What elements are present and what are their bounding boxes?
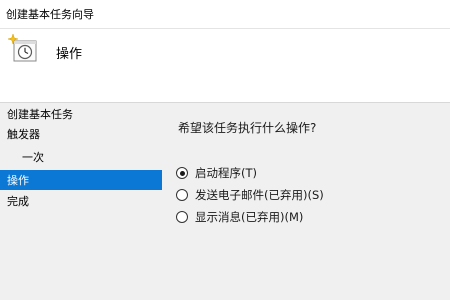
task-wizard-window: 创建基本任务向导 操作 创建基本任务 触发器 一次 操作 完成 希望该任务执行什… xyxy=(0,0,450,300)
option-start-program-label: 启动程序(T) xyxy=(195,166,257,180)
nav-item-trigger[interactable]: 触发器 xyxy=(0,124,162,144)
clock-task-icon xyxy=(7,33,37,62)
option-send-email-label: 发送电子邮件(已弃用)(S) xyxy=(195,188,324,202)
nav-item-create-basic-task[interactable]: 创建基本任务 xyxy=(0,104,162,124)
action-prompt: 希望该任务执行什么操作? xyxy=(178,121,317,135)
option-start-program[interactable]: 启动程序(T) xyxy=(176,164,257,182)
nav-item-finish[interactable]: 完成 xyxy=(0,191,162,211)
radio-start-program[interactable] xyxy=(176,167,188,179)
option-show-message[interactable]: 显示消息(已弃用)(M) xyxy=(176,208,303,226)
radio-send-email[interactable] xyxy=(176,189,188,201)
nav-item-once[interactable]: 一次 xyxy=(0,147,162,167)
option-show-message-label: 显示消息(已弃用)(M) xyxy=(195,210,304,224)
wizard-header: 操作 xyxy=(0,29,450,102)
action-panel: 希望该任务执行什么操作? 启动程序(T) 发送电子邮件(已弃用)(S) 显示消息… xyxy=(164,103,450,300)
option-send-email[interactable]: 发送电子邮件(已弃用)(S) xyxy=(176,186,324,204)
radio-show-message[interactable] xyxy=(176,211,188,223)
window-title: 创建基本任务向导 xyxy=(6,8,94,21)
wizard-steps-nav: 创建基本任务 触发器 一次 操作 完成 xyxy=(0,103,164,300)
title-bar: 创建基本任务向导 xyxy=(0,0,450,28)
nav-item-action[interactable]: 操作 xyxy=(0,170,162,190)
page-title: 操作 xyxy=(56,47,83,62)
